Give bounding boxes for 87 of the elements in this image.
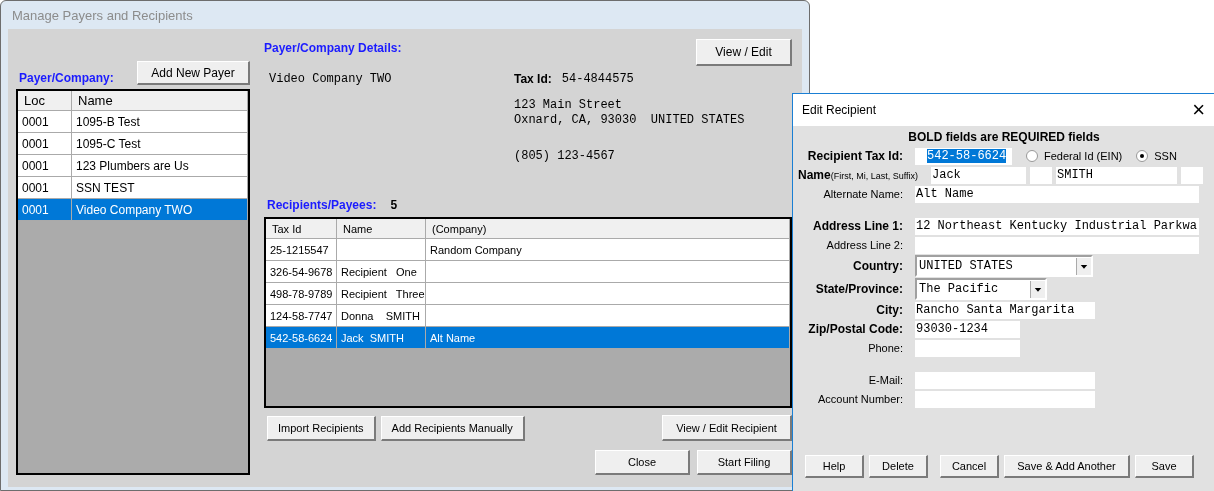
table-cell[interactable]: SSN TEST (72, 177, 248, 199)
table-cell[interactable] (426, 305, 790, 327)
table-cell[interactable]: 542-58-6624 (266, 327, 337, 349)
input-field[interactable] (915, 371, 1095, 389)
radio-option[interactable]: SSN (1136, 150, 1177, 162)
view-edit-button[interactable]: View / Edit (696, 39, 792, 66)
field-label: Alternate Name: (822, 188, 904, 200)
column-header[interactable]: (Company) (426, 219, 790, 239)
field-label: Account Number: (817, 393, 904, 405)
column-header[interactable]: Tax Id (266, 219, 337, 239)
column-header[interactable]: Name (337, 219, 426, 239)
view-edit-recipient-button[interactable]: View / Edit Recipient (662, 415, 792, 441)
field-label: Recipient Tax Id: (806, 149, 904, 163)
column-header[interactable]: Loc (18, 91, 72, 111)
field-label: Zip/Postal Code: (807, 322, 904, 336)
field-label: Country: (852, 259, 904, 273)
table-cell[interactable]: 124-58-7747 (266, 305, 337, 327)
table-cell[interactable]: 0001 (18, 111, 72, 133)
input-field[interactable] (915, 236, 1199, 254)
address-line: Oxnard, CA, 93030 UNITED STATES (514, 113, 746, 128)
import-button[interactable]: Import Recipients (267, 415, 376, 441)
input-field[interactable]: Alt Name (915, 185, 1199, 203)
input-field[interactable] (915, 390, 1095, 408)
field-label: Address Line 1: (811, 219, 904, 233)
cancel-button[interactable]: Cancel (940, 455, 999, 478)
field-label: E-Mail: (867, 374, 904, 386)
dropdown[interactable]: UNITED STATES (915, 255, 1093, 277)
section-heading: Payer/Company: (19, 71, 114, 85)
table-cell[interactable]: 0001 (18, 199, 72, 221)
field-label: Address Line 2: (825, 239, 904, 251)
first-name-field[interactable]: Jack (931, 166, 1026, 184)
recipient-count: 5 (390, 198, 398, 212)
table-cell[interactable]: Jack SMITH (337, 327, 426, 349)
table-cell[interactable]: Random Company (426, 239, 790, 261)
company-name: Video Company TWO (269, 72, 393, 88)
field-label: Tax Id: (514, 72, 552, 86)
middle-initial-field[interactable] (1030, 166, 1052, 184)
table-cell[interactable]: 0001 (18, 133, 72, 155)
table-cell[interactable]: Recipient Three (337, 283, 426, 305)
close-icon[interactable]: × (1192, 99, 1205, 121)
table-cell[interactable]: Alt Name (426, 327, 790, 349)
field-label: Phone: (867, 342, 904, 354)
field-label: Name(First, Mi, Last, Suffix) (797, 168, 920, 182)
help-button[interactable]: Help (805, 455, 864, 478)
table-cell[interactable]: 123 Plumbers are Us (72, 155, 248, 177)
dropdown[interactable]: The Pacific (915, 278, 1047, 300)
table-cell[interactable]: Donna SMITH (337, 305, 426, 327)
section-heading: Recipients/Payees: (267, 198, 377, 212)
column-header[interactable]: Name (72, 91, 248, 111)
suffix-field[interactable] (1181, 166, 1203, 184)
address-line: 123 Main Street (514, 98, 624, 113)
caret-icon (1030, 280, 1045, 298)
table-cell[interactable]: 0001 (18, 155, 72, 177)
table-cell[interactable] (426, 283, 790, 305)
table-cell[interactable]: 0001 (18, 177, 72, 199)
add-manually-button[interactable]: Add Recipients Manually (380, 415, 525, 441)
window-title: Manage Payers and Recipients (11, 6, 194, 25)
delete-button[interactable]: Delete (869, 455, 928, 478)
table-cell[interactable] (337, 239, 426, 261)
add-payer-button[interactable]: Add New Payer (137, 61, 250, 85)
table-cell[interactable] (426, 261, 790, 283)
close-button[interactable]: Close (595, 450, 690, 475)
table-cell[interactable]: 1095-B Test (72, 111, 248, 133)
input-field[interactable] (915, 339, 1020, 357)
field-label: City: (875, 303, 904, 317)
table-cell[interactable]: 25-1215547 (266, 239, 337, 261)
table-cell[interactable]: 1095-C Test (72, 133, 248, 155)
input-field[interactable]: 12 Northeast Kentucky Industrial Parkwa (915, 217, 1199, 235)
caret-icon (1076, 257, 1091, 275)
input-field[interactable]: 93030-1234 (915, 320, 1020, 338)
dialog-title: Edit Recipient (802, 103, 877, 117)
tax-id-value: 54-4844575 (561, 72, 634, 86)
table-cell[interactable]: 326-54-9678 (266, 261, 337, 283)
start-filing-button[interactable]: Start Filing (697, 450, 792, 475)
radio-option[interactable]: Federal Id (EIN) (1026, 150, 1123, 162)
input-field[interactable]: Rancho Santa Margarita (915, 301, 1095, 319)
tax-id-field[interactable]: 542-58-6624 (915, 147, 1012, 165)
save-add-another-button[interactable]: Save & Add Another (1004, 455, 1130, 478)
table-cell[interactable]: Video Company TWO (72, 199, 248, 221)
table-cell[interactable]: 498-78-9789 (266, 283, 337, 305)
table-cell[interactable]: Recipient One (337, 261, 426, 283)
save-button[interactable]: Save (1135, 455, 1194, 478)
section-heading: Payer/Company Details: (264, 41, 402, 55)
phone-number: (805) 123-4567 (514, 149, 616, 163)
last-name-field[interactable]: SMITH (1056, 166, 1177, 184)
field-label: State/Province: (814, 282, 904, 296)
required-notice: BOLD fields are REQUIRED fields (907, 130, 1101, 144)
